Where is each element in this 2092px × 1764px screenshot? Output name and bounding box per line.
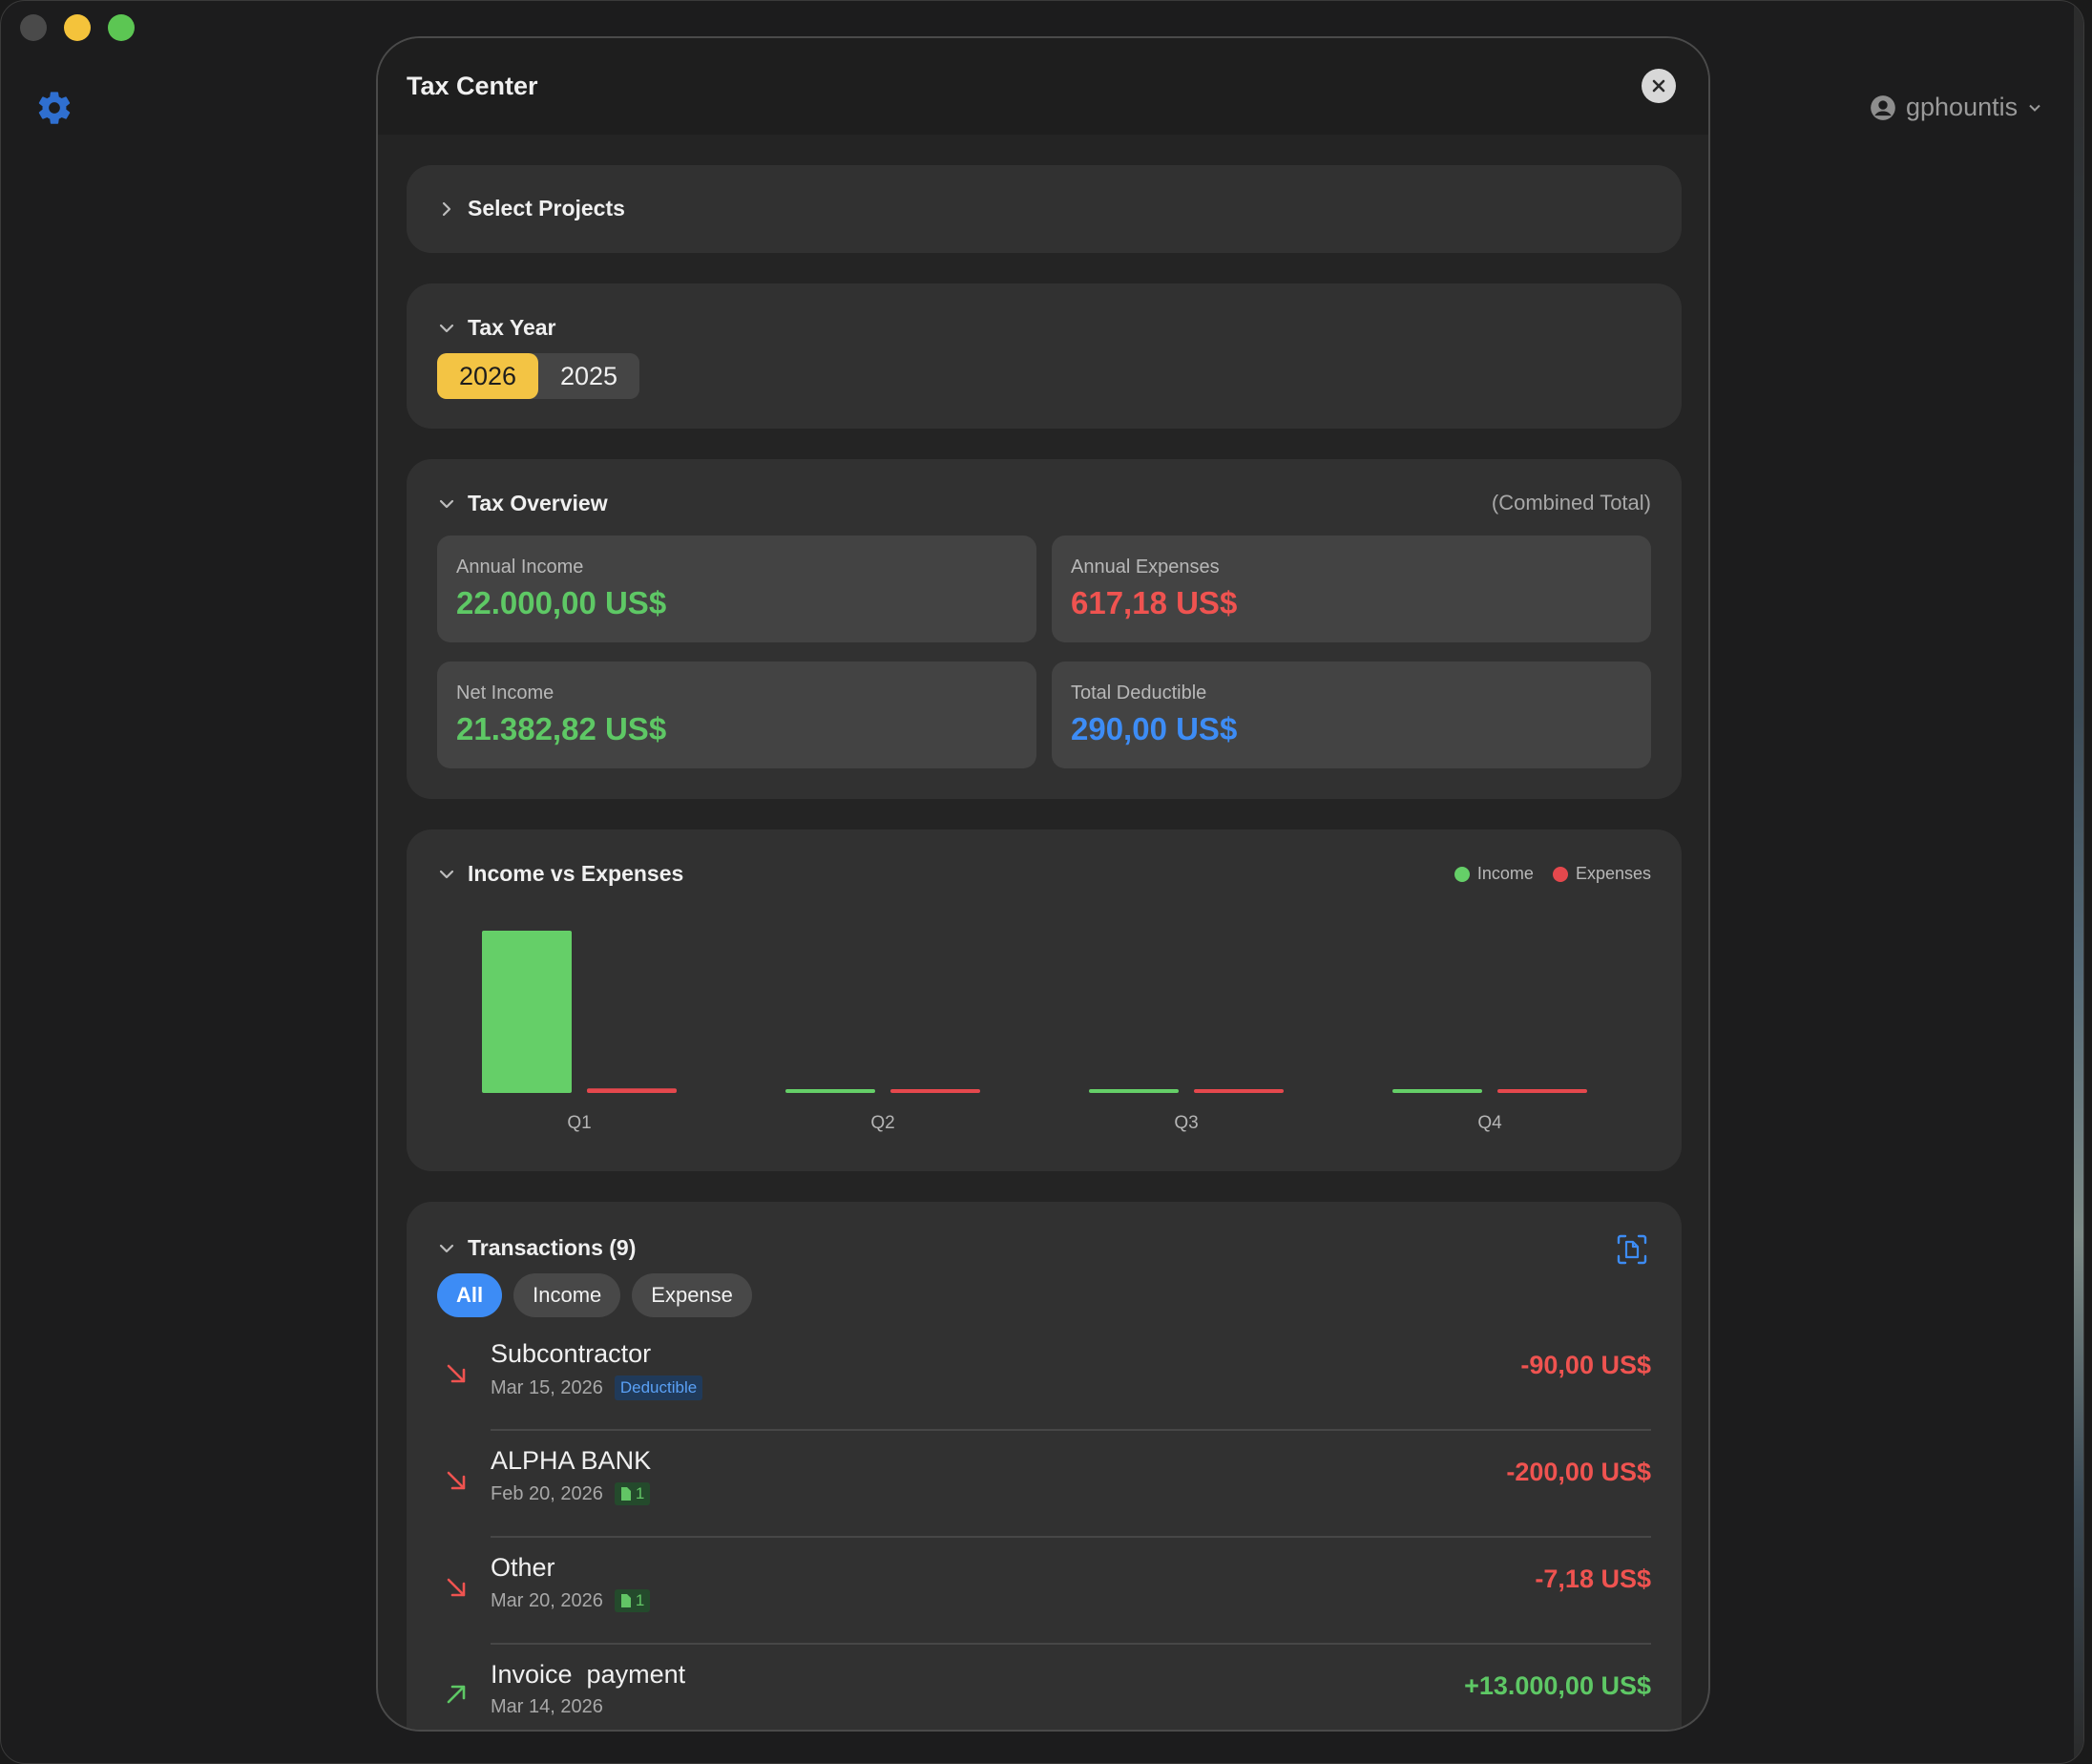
- filter-income[interactable]: Income: [513, 1273, 621, 1317]
- section-title: Transactions (9): [468, 1235, 637, 1260]
- tax-overview-section: Tax Overview (Combined Total) Annual Inc…: [407, 459, 1682, 799]
- filter-expense[interactable]: Expense: [632, 1273, 752, 1317]
- transaction-row[interactable]: Invoice payment Mar 14, 2026 +13.000,00 …: [437, 1645, 1651, 1730]
- transaction-date: Mar 20, 2026: [491, 1589, 603, 1611]
- user-menu[interactable]: gphountis: [1870, 93, 2042, 122]
- select-projects-section[interactable]: Select Projects: [407, 165, 1682, 253]
- app-window: gphountis Tax Center Select Projects Tax…: [0, 0, 2084, 1764]
- x-tick-label: Q1: [567, 1113, 591, 1133]
- document-icon: [620, 1487, 631, 1501]
- chevron-down-icon: [2029, 104, 2040, 112]
- modal-header: Tax Center: [378, 38, 1708, 135]
- window-zoom-button[interactable]: [108, 14, 135, 41]
- transactions-header[interactable]: Transactions (9): [437, 1235, 636, 1261]
- transaction-amount: -200,00 US$: [1506, 1458, 1651, 1486]
- x-tick-label: Q3: [1174, 1113, 1198, 1133]
- window-controls: [20, 14, 135, 41]
- transaction-meta: Mar 14, 2026: [491, 1696, 603, 1718]
- section-title: Select Projects: [468, 196, 625, 220]
- transaction-row[interactable]: ALPHA BANK Feb 20, 2026 1 -200,00 US$: [437, 1431, 1651, 1538]
- stat-label: Annual Expenses: [1071, 556, 1220, 578]
- stat-label: Annual Income: [456, 556, 584, 578]
- modal-title: Tax Center: [407, 72, 538, 100]
- stat-label: Net Income: [456, 682, 554, 704]
- stat-value: 21.382,82 US$: [456, 711, 667, 746]
- attachment-count: 1: [635, 1484, 645, 1502]
- attachment-badge: 1: [614, 1589, 651, 1612]
- x-tick-label: Q2: [870, 1113, 894, 1133]
- transaction-amount: -7,18 US$: [1535, 1564, 1651, 1593]
- stat-net-income: Net Income 21.382,82 US$: [437, 662, 1036, 768]
- filter-all[interactable]: All: [437, 1273, 503, 1317]
- transaction-meta: Feb 20, 2026 1: [491, 1482, 651, 1505]
- overview-scope-label: (Combined Total): [1491, 491, 1651, 514]
- transaction-name: Subcontractor: [491, 1339, 652, 1368]
- bar-income-q2: [785, 1089, 875, 1093]
- year-option-2026[interactable]: 2026: [437, 353, 538, 399]
- transaction-name: Invoice payment: [491, 1660, 686, 1689]
- stat-value: 290,00 US$: [1071, 711, 1238, 746]
- transaction-date: Mar 15, 2026: [491, 1376, 603, 1398]
- transaction-meta: Mar 15, 2026 Deductible: [491, 1376, 703, 1400]
- transaction-name: ALPHA BANK: [491, 1446, 652, 1475]
- deductible-badge: Deductible: [614, 1376, 703, 1400]
- arrow-down-right-icon: [447, 1471, 466, 1490]
- transaction-name: Other: [491, 1553, 555, 1582]
- bar-income-q1: [482, 931, 572, 1093]
- stat-label: Total Deductible: [1071, 682, 1207, 704]
- tax-year-selector: 2026 2025: [437, 353, 639, 399]
- transaction-meta: Mar 20, 2026 1: [491, 1589, 651, 1612]
- bar-expenses-q3: [1194, 1089, 1284, 1093]
- document-scan-icon[interactable]: [1615, 1232, 1649, 1267]
- bar-income-q3: [1089, 1089, 1179, 1093]
- window-close-button[interactable]: [20, 14, 47, 41]
- chevron-down-icon: [439, 1244, 454, 1252]
- arrow-down-right-icon: [447, 1578, 466, 1597]
- income-vs-expenses-section: Income vs Expenses Income Expenses Q1 Q2 Q…: [407, 830, 1682, 1171]
- tax-overview-header[interactable]: Tax Overview: [437, 491, 608, 516]
- user-name: gphountis: [1906, 93, 2019, 121]
- arrow-down-right-icon: [447, 1364, 466, 1383]
- background-window-edge: [2074, 1, 2083, 1763]
- stat-value: 22.000,00 US$: [456, 585, 667, 620]
- chevron-down-icon: [439, 324, 454, 332]
- transaction-filters: All Income Expense: [437, 1273, 752, 1317]
- document-icon: [620, 1594, 631, 1607]
- income-expenses-chart: Q1 Q2 Q3 Q4: [482, 931, 1587, 1133]
- transactions-section: Transactions (9) All Income Expense Subc…: [407, 1202, 1682, 1730]
- tax-year-header[interactable]: Tax Year: [437, 315, 556, 341]
- attachment-count: 1: [635, 1591, 645, 1609]
- transaction-row[interactable]: Other Mar 20, 2026 1 -7,18 US$: [437, 1538, 1651, 1645]
- stat-annual-income: Annual Income 22.000,00 US$: [437, 536, 1036, 642]
- attachment-badge: 1: [614, 1482, 651, 1505]
- stat-annual-expenses: Annual Expenses 617,18 US$: [1052, 536, 1651, 642]
- window-minimize-button[interactable]: [64, 14, 91, 41]
- transaction-row[interactable]: Subcontractor Mar 15, 2026 Deductible -9…: [437, 1324, 1651, 1431]
- section-title: Tax Overview: [468, 491, 608, 515]
- close-button[interactable]: [1642, 69, 1676, 103]
- bar-expenses-q1: [587, 1088, 677, 1093]
- chevron-right-icon: [442, 201, 451, 216]
- x-tick-label: Q4: [1477, 1113, 1502, 1133]
- transaction-amount: -90,00 US$: [1520, 1351, 1651, 1379]
- section-title: Tax Year: [468, 315, 556, 340]
- chevron-down-icon: [439, 499, 454, 508]
- select-projects-header[interactable]: Select Projects: [437, 196, 625, 221]
- transaction-amount: +13.000,00 US$: [1464, 1671, 1651, 1700]
- gear-icon[interactable]: [35, 89, 73, 127]
- bar-expenses-q4: [1497, 1089, 1587, 1093]
- close-icon: [1652, 79, 1665, 93]
- user-avatar-icon: [1871, 94, 1895, 120]
- bar-income-q4: [1392, 1089, 1482, 1093]
- transaction-date: Mar 14, 2026: [491, 1696, 603, 1717]
- year-option-2025[interactable]: 2025: [538, 353, 639, 399]
- bar-expenses-q2: [890, 1089, 980, 1093]
- tax-center-modal: Tax Center Select Projects Tax Year 2026…: [376, 36, 1710, 1732]
- transaction-date: Feb 20, 2026: [491, 1482, 603, 1504]
- tax-year-section: Tax Year 2026 2025: [407, 284, 1682, 429]
- stat-value: 617,18 US$: [1071, 585, 1238, 620]
- stat-total-deductible: Total Deductible 290,00 US$: [1052, 662, 1651, 768]
- arrow-up-right-icon: [447, 1685, 466, 1704]
